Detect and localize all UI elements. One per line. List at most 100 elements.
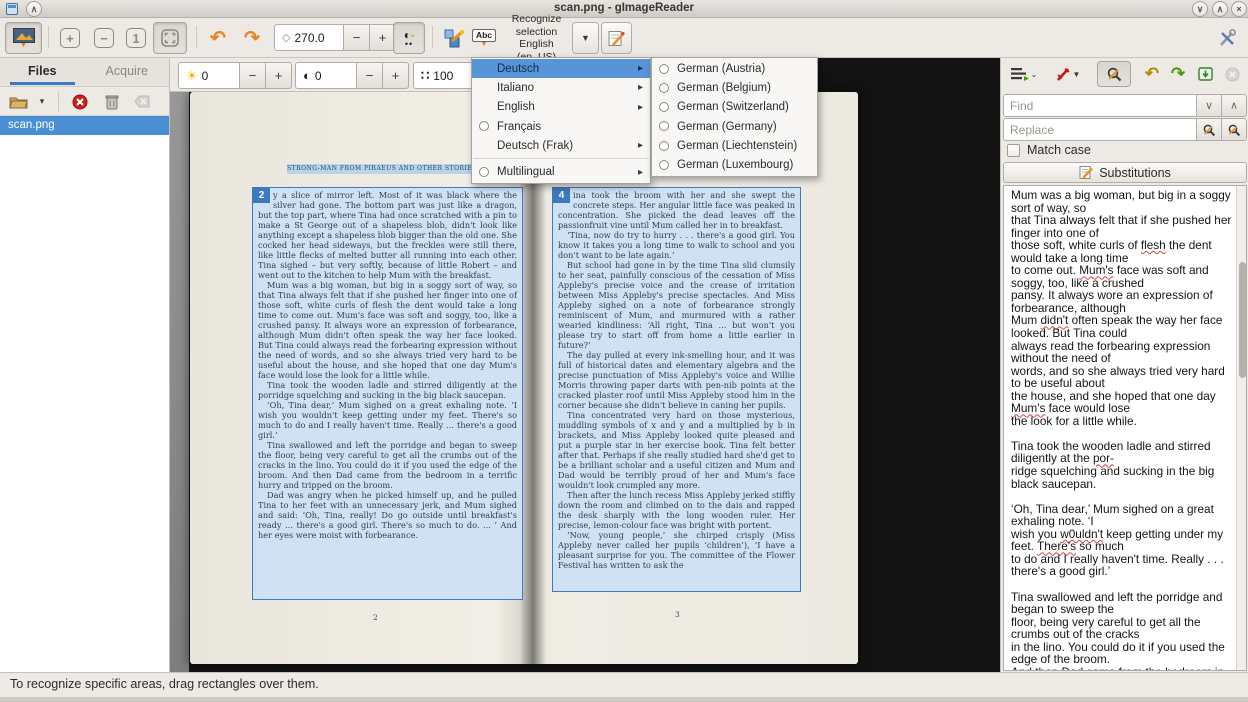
close-button[interactable]: × [1231,1,1247,17]
rotate-left-button[interactable]: ↶ [203,22,233,54]
selection-badge[interactable]: 4 [553,188,570,203]
output-line: ‘Oh, Tina dear,’ Mum sighed on a great e… [1011,503,1234,528]
find-replace-toggle[interactable] [1097,61,1131,87]
selection-box-right[interactable]: 4 ina took the broom with her and she sw… [552,187,801,592]
zoom-out-button[interactable]: − [89,22,119,54]
output-line: Tina swallowed and left the porridge and… [1011,591,1234,616]
delete-image-button[interactable] [100,90,124,113]
radio-icon [659,160,669,170]
menu-item-multilingual[interactable]: Multilingual▸ [472,162,650,181]
menu-item-german-austria[interactable]: German (Austria) [652,59,817,78]
replace-button[interactable] [1197,118,1222,141]
remove-image-button[interactable] [68,90,92,113]
find-input[interactable] [1003,94,1197,117]
find-next-icon: ∨ [1205,99,1213,112]
redo-button[interactable]: ↷ [1165,61,1191,87]
language-menu: Deutsch▸Italiano▸English▸FrançaisDeutsch… [471,57,651,184]
output-line: pansy. It always wore an expression of f… [1011,289,1234,314]
replace-input[interactable] [1003,118,1197,141]
resolution-value[interactable]: 100 [433,69,453,83]
preview-dropdown-icon: ▼ [20,43,27,48]
image-controls-toggle[interactable]: ◐• •• [393,22,425,54]
add-images-button[interactable] [6,90,30,113]
recognize-button[interactable]: Abc▼ Recognize selection English (en_US) [472,22,572,54]
rotation-value[interactable]: 270.0 [294,31,324,45]
brightness-increase-button[interactable]: + [266,62,292,89]
autodetect-layout-button[interactable] [438,22,470,54]
undo-button[interactable]: ↶ [1139,61,1165,87]
output-line: the look for a little while. [1011,415,1234,428]
radio-icon [479,121,489,131]
files-toolbar: ▾ [0,87,169,116]
tab-acquire[interactable]: Acquire [85,58,170,86]
menu-item-fran-ais[interactable]: Français [472,117,650,136]
menu-item-label: German (Austria) [677,63,765,75]
minimize-button[interactable]: ∨ [1192,1,1208,17]
scrollbar-thumb[interactable] [1239,262,1246,378]
replace-all-button[interactable] [1222,118,1247,141]
output-line: there's a good girl.’ [1011,565,1234,578]
output-pane-toggle[interactable] [601,22,632,54]
menu-item-italiano[interactable]: Italiano▸ [472,78,650,97]
menu-item-german-belgium[interactable]: German (Belgium) [652,78,817,97]
output-text[interactable]: Mum was a big woman, but big in a soggy … [1004,186,1236,670]
clear-output-button[interactable] [1219,61,1245,87]
page-preview-button[interactable]: ▼ [5,22,42,54]
menu-item-label: Italiano [497,82,534,94]
radio-icon [659,121,669,131]
zoom-in-button[interactable]: + [55,22,85,54]
menu-item-german-liechtenstein[interactable]: German (Liechtenstein) [652,136,817,155]
contrast-value[interactable]: 0 [315,69,322,83]
substitutions-button[interactable]: Substitutions [1003,162,1247,183]
insert-mode-icon [1011,67,1029,81]
filter-characters-button[interactable]: ▼ [1051,61,1085,87]
contrast-decrease-button[interactable]: − [357,62,383,89]
menu-item-label: German (Luxembourg) [677,159,793,171]
match-case-option[interactable]: Match case [1007,143,1091,157]
output-line: Tina took the wooden ladle and stirred d… [1011,440,1234,465]
clear-files-button[interactable] [130,90,154,113]
rotation-spinbox: ◇ 270.0 − + [274,24,396,51]
menu-item-german-switzerland[interactable]: German (Switzerland) [652,98,817,117]
zoom-original-button[interactable]: 1 [121,22,151,54]
menu-item-deutsch[interactable]: Deutsch▸ [472,59,650,78]
rotate-angle-icon: ◇ [282,31,290,44]
preferences-button[interactable] [1212,22,1242,54]
zoom-original-icon: 1 [126,28,146,48]
titlebar[interactable]: ∧ scan.png - gImageReader ∨ ∧ × [0,0,1248,18]
recognize-language-dropdown[interactable]: ▼ [572,22,599,54]
save-output-button[interactable] [1193,61,1219,87]
tab-files[interactable]: Files [0,58,85,86]
selection-badge[interactable]: 2 [253,188,270,203]
menu-item-german-luxembourg[interactable]: German (Luxembourg) [652,155,817,174]
brightness-decrease-button[interactable]: − [240,62,266,89]
menu-item-deutsch-frak[interactable]: Deutsch (Frak)▸ [472,136,650,155]
selection-box-left[interactable]: 2 y a slice of mirror left. Most of it w… [252,187,523,600]
radio-icon [659,141,669,151]
rotate-right-button[interactable]: ↷ [237,22,267,54]
menu-separator [473,158,649,159]
contrast-increase-button[interactable]: + [383,62,409,89]
brightness-spinbox: ☀0 − + [178,62,292,89]
open-folder-icon [9,95,28,109]
best-fit-icon [161,29,179,47]
file-row[interactable]: scan.png [0,116,169,135]
rotation-decrease-button[interactable]: − [344,24,370,51]
insert-mode-button[interactable]: ⌄ [1007,61,1041,87]
match-case-label: Match case [1027,143,1091,157]
menu-item-english[interactable]: English▸ [472,98,650,117]
find-prev-button[interactable]: ∧ [1222,94,1247,117]
brightness-value[interactable]: 0 [202,69,209,83]
menu-item-german-germany[interactable]: German (Germany) [652,117,817,136]
best-fit-button[interactable] [153,22,187,54]
output-line: in the lino. You could do it if you used… [1011,641,1234,666]
german-submenu: German (Austria)German (Belgium)German (… [651,57,818,177]
find-next-button[interactable]: ∨ [1197,94,1222,117]
checkbox-icon[interactable] [1007,144,1020,157]
radio-icon [659,83,669,93]
menu-item-label: German (Germany) [677,121,777,133]
maximize-button[interactable]: ∧ [1212,1,1228,17]
output-scrollbar[interactable] [1236,186,1246,670]
add-images-dropdown[interactable]: ▾ [34,90,50,113]
shade-window-button[interactable]: ∧ [26,1,42,17]
